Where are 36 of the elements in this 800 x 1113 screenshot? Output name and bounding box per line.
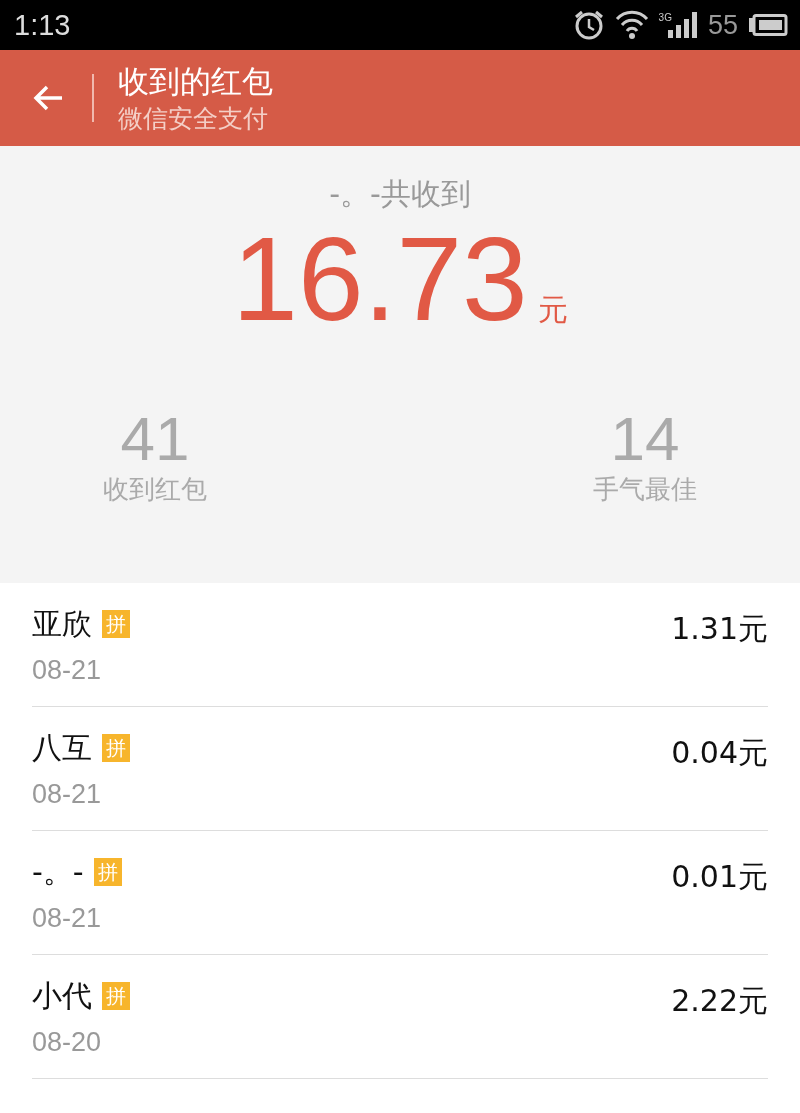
- stat-label: 手气最佳: [593, 473, 697, 506]
- record-amount: 2.22元: [671, 982, 768, 1020]
- group-tag: 拼: [102, 734, 130, 762]
- battery-percent: 55: [707, 9, 738, 41]
- wifi-icon: [614, 10, 649, 40]
- sender-name: 小代: [32, 977, 92, 1015]
- group-tag: 拼: [102, 982, 130, 1010]
- group-tag: 拼: [93, 858, 122, 886]
- stat-value: 41: [120, 408, 190, 470]
- record-amount: 0.01元: [671, 858, 768, 896]
- sender-name: 亚欣: [32, 605, 92, 643]
- record-amount: 0.04元: [671, 734, 768, 772]
- record-date: 08-20: [32, 1026, 103, 1059]
- back-arrow-icon: [32, 84, 64, 112]
- group-tag: 拼: [102, 610, 130, 638]
- stat-value: 14: [610, 408, 680, 470]
- page-subtitle: 微信安全支付: [118, 103, 269, 135]
- sender-name: -。-: [32, 853, 84, 891]
- clock-time: 1:13: [14, 8, 71, 42]
- record-row[interactable]: 亚欣 拼 08-21 1.31元: [32, 583, 768, 707]
- battery-icon: [748, 14, 788, 36]
- record-row[interactable]: 小代 拼 08-20 2.22元: [32, 955, 768, 1079]
- stat-label: 收到红包: [103, 473, 207, 506]
- total-amount: 16.73: [232, 214, 528, 344]
- page-title: 收到的红包: [118, 62, 273, 101]
- record-date: 08-21: [32, 778, 103, 811]
- alarm-clock-icon: [572, 9, 605, 41]
- sender-name: 八互: [32, 729, 92, 767]
- record-amount: 1.31元: [671, 610, 768, 648]
- record-date: 08-21: [32, 654, 103, 687]
- record-row[interactable]: -。- 拼 08-21 0.01元: [32, 831, 768, 955]
- network-type-label: 3G: [658, 12, 672, 23]
- record-date: 08-21: [32, 902, 103, 935]
- currency-unit: 元: [537, 291, 568, 329]
- summary-caption: -。-共收到: [329, 175, 471, 213]
- record-row[interactable]: 八互 拼 08-21 0.04元: [32, 707, 768, 831]
